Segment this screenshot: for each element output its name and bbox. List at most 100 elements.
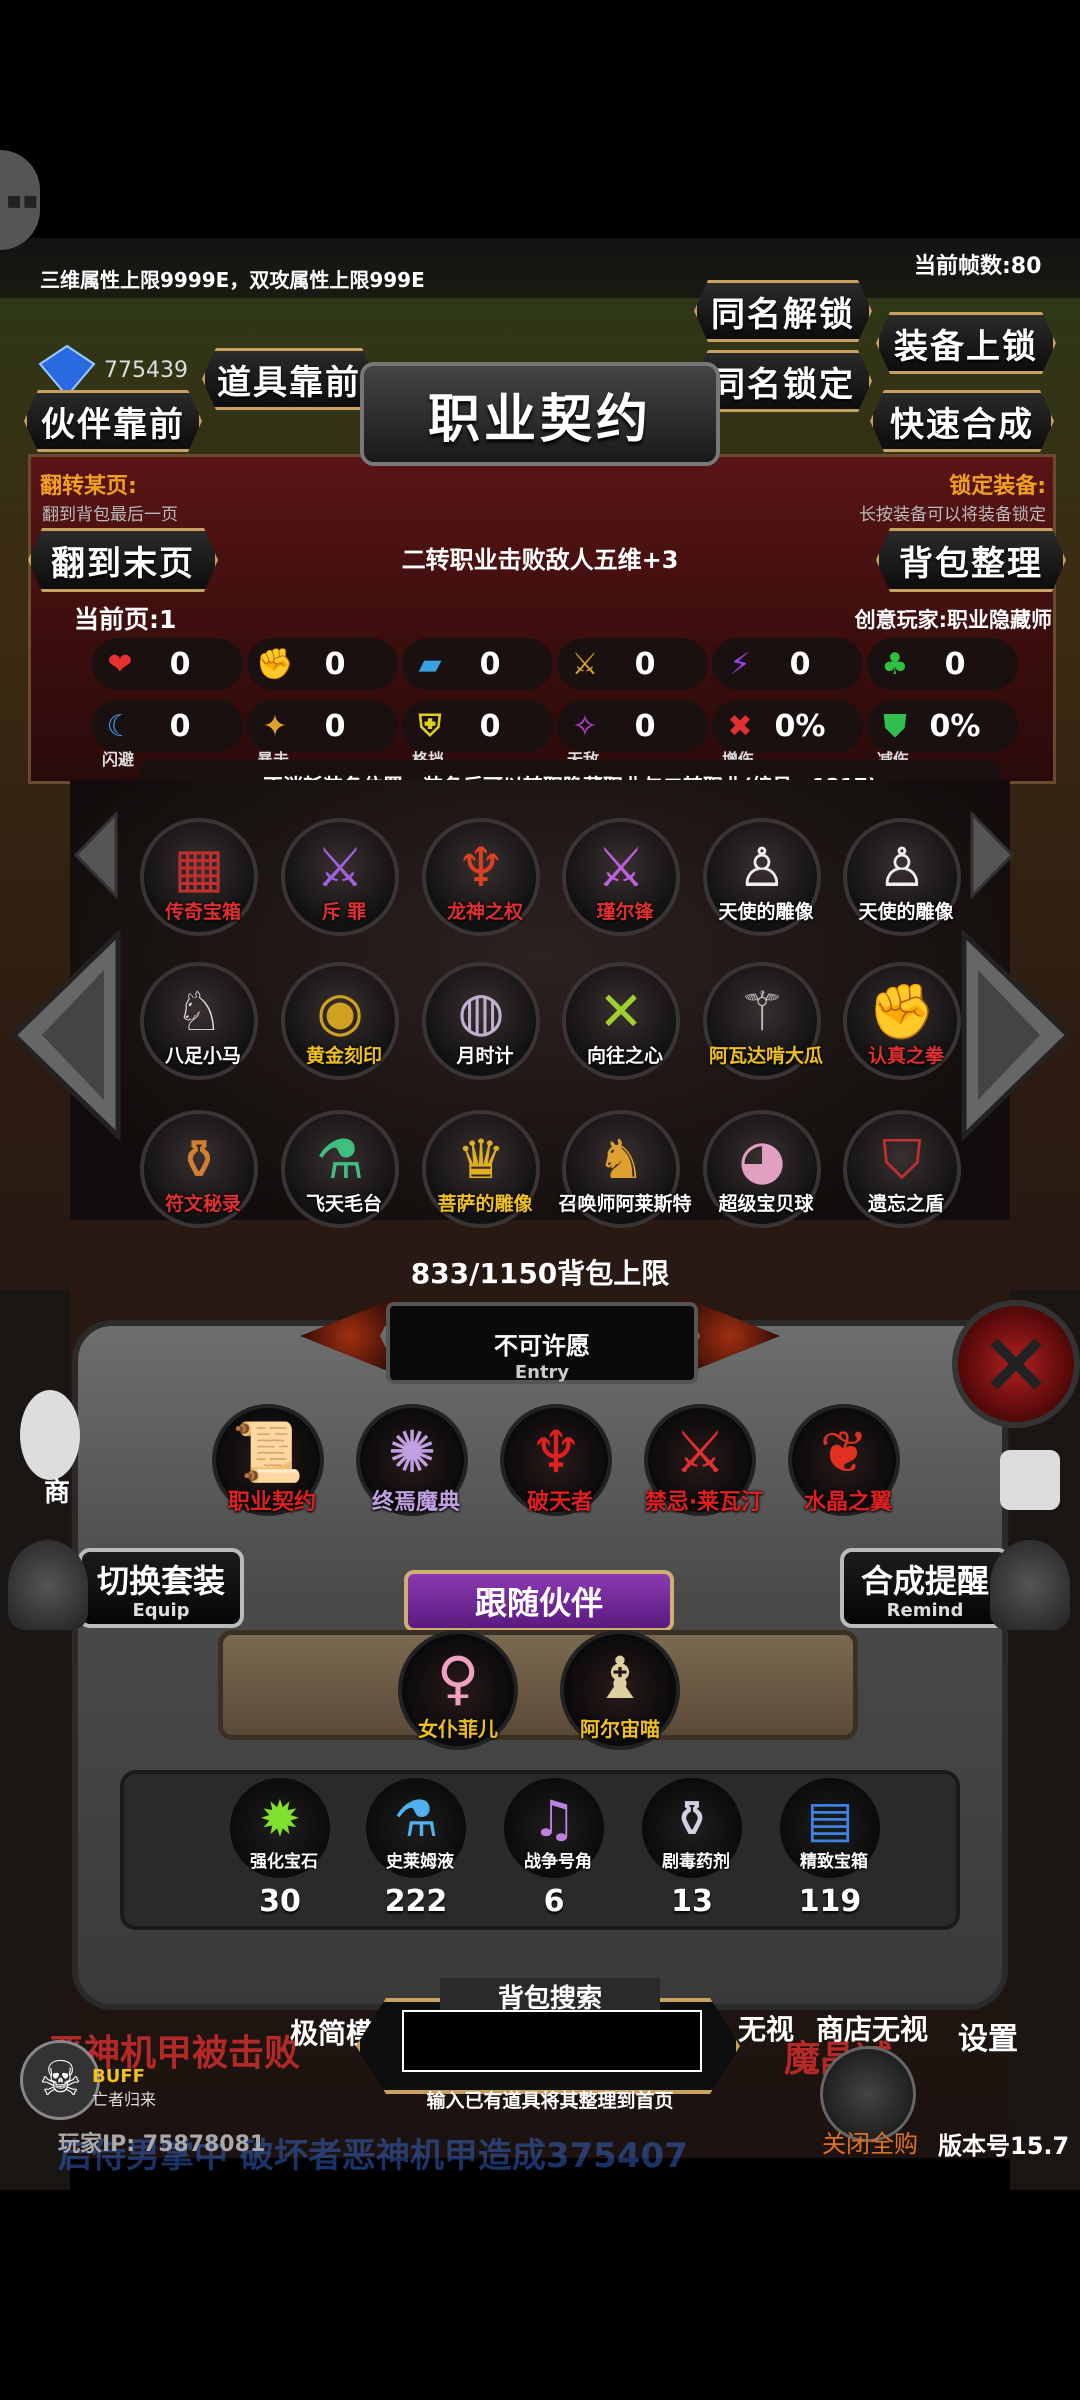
ignore-label[interactable]: 无视 bbox=[738, 2008, 794, 2048]
damage-reduce-icon: ⛊ bbox=[883, 708, 907, 744]
inventory-item[interactable]: ⚚ 阿瓦达啃大瓜 bbox=[703, 962, 823, 1080]
page-title: 职业契约 bbox=[360, 362, 720, 466]
close-button[interactable] bbox=[952, 1300, 1080, 1428]
item-icon: ◕ bbox=[738, 1128, 786, 1191]
inventory-item[interactable]: ✊ 认真之拳 bbox=[843, 962, 961, 1080]
heart-icon: ❤ bbox=[107, 646, 133, 682]
skill-slot[interactable]: ⚔ 禁忌·莱瓦汀 bbox=[644, 1404, 763, 1516]
bag-sort-button[interactable]: 背包整理 bbox=[876, 528, 1066, 592]
item-icon: ✕ bbox=[598, 980, 644, 1043]
bag-item-count: 119 bbox=[798, 1884, 862, 1919]
inventory-item[interactable]: ♘ 八足小马 bbox=[140, 962, 258, 1080]
skill-label: 禁忌·莱瓦汀 bbox=[644, 1490, 764, 1515]
left-shop-icon[interactable] bbox=[20, 1390, 80, 1480]
stat-item: ♣ 0 bbox=[867, 638, 1018, 690]
strength-icon: ✊ bbox=[256, 646, 294, 682]
inventory-item[interactable]: ♙ 天使的雕像 bbox=[843, 818, 961, 936]
bag-item-slot[interactable]: ⚱ 剧毒药剂 bbox=[638, 1774, 746, 1882]
inventory-item[interactable]: ◕ 超级宝贝球 bbox=[703, 1110, 821, 1228]
equip-unlock-button[interactable]: 装备上锁 bbox=[876, 312, 1056, 374]
inventory-item[interactable]: ♛ 菩萨的雕像 bbox=[422, 1110, 540, 1228]
quick-merge-button[interactable]: 快速合成 bbox=[870, 390, 1054, 452]
merge-remind-button[interactable]: 合成提醒 Remind bbox=[840, 1548, 1010, 1628]
stat-value: 0 bbox=[479, 708, 501, 744]
skill-slot[interactable]: ❦ 水晶之翼 bbox=[788, 1404, 900, 1516]
bag-item-count: 30 bbox=[259, 1884, 301, 1919]
skill-icon: 📜 bbox=[231, 1418, 305, 1486]
skill-slot[interactable]: 📜 职业契约 bbox=[212, 1404, 324, 1516]
partner-label: 女仆菲儿 bbox=[418, 1717, 498, 1741]
next-page-arrow[interactable] bbox=[958, 928, 1074, 1144]
skill-icon: ✺ bbox=[387, 1418, 437, 1486]
item-icon: ♞ bbox=[596, 1128, 646, 1191]
bag-item-count: 222 bbox=[384, 1884, 448, 1919]
item-label: 阿瓦达啃大瓜 bbox=[708, 1045, 823, 1067]
bag-item-icon: ▤ bbox=[806, 1790, 854, 1848]
inventory-item[interactable]: ⚗ 飞天毛台 bbox=[281, 1110, 399, 1228]
switch-outfit-button[interactable]: 切换套装 Equip bbox=[78, 1548, 244, 1628]
skill-icon: ♆ bbox=[530, 1418, 582, 1486]
item-icon: ⛉ bbox=[881, 1128, 923, 1191]
stat-item: ▰ 0 bbox=[402, 638, 553, 690]
next-arrow-small[interactable] bbox=[968, 810, 1018, 904]
stat-value: 0 bbox=[324, 646, 346, 682]
floating-assist-button[interactable]: ▪▪ bbox=[0, 150, 40, 250]
bag-item-slot[interactable]: ⚗ 史莱姆液 bbox=[362, 1774, 470, 1882]
shop-ignore-label[interactable]: 商店无视 bbox=[816, 2008, 928, 2048]
creator-label: 创意玩家:职业隐藏师 bbox=[854, 608, 1052, 632]
item-icon: ⚱ bbox=[176, 1128, 222, 1191]
go-last-page-button[interactable]: 翻到末页 bbox=[28, 528, 218, 592]
close-icon bbox=[990, 1338, 1042, 1390]
inventory-item[interactable]: ♙ 天使的雕像 bbox=[703, 818, 821, 936]
search-input[interactable] bbox=[402, 2010, 702, 2072]
bag-item-count: 6 bbox=[543, 1884, 565, 1919]
item-label: 黄金刻印 bbox=[305, 1045, 382, 1067]
stat-value: 0 bbox=[324, 708, 346, 744]
inventory-item[interactable]: ◍ 月时计 bbox=[422, 962, 540, 1080]
settings-label[interactable]: 设置 bbox=[958, 2014, 1018, 2058]
partner-slot[interactable]: ♀ 女仆菲儿 bbox=[398, 1630, 518, 1750]
bag-item-label: 史莱姆液 bbox=[386, 1852, 454, 1872]
buff-skull-icon[interactable]: ☠ bbox=[20, 2040, 100, 2120]
flip-page-label: 翻转某页: bbox=[40, 474, 137, 499]
inventory-item[interactable]: ♆ 龙神之权 bbox=[422, 818, 540, 936]
same-name-lock-button[interactable]: 同名锁定 bbox=[694, 350, 872, 412]
partner-slot[interactable]: ♝ 阿尔宙喵 bbox=[560, 1630, 680, 1750]
inventory-item[interactable]: ✕ 向往之心 bbox=[562, 962, 680, 1080]
lock-equip-label: 锁定装备: bbox=[949, 474, 1046, 499]
bag-item-slot[interactable]: ✹ 强化宝石 bbox=[226, 1774, 334, 1882]
inventory-item[interactable]: ▦ 传奇宝箱 bbox=[140, 818, 258, 936]
item-label: 天使的雕像 bbox=[858, 901, 954, 923]
skill-slot[interactable]: ✺ 终焉魔典 bbox=[356, 1404, 468, 1516]
buff-label: BUFF bbox=[92, 2066, 145, 2087]
skill-slot[interactable]: ♆ 破天者 bbox=[500, 1404, 612, 1516]
inventory-item[interactable]: ♞ 召唤师阿莱斯特 bbox=[558, 1110, 692, 1228]
diamond-icon bbox=[36, 344, 98, 398]
inventory-item[interactable]: ⚔ 瑾尔锋 bbox=[562, 818, 680, 936]
item-front-button[interactable]: 道具靠前 bbox=[202, 348, 376, 410]
item-label: 遗忘之盾 bbox=[867, 1193, 944, 1215]
skill-icon: ⚔ bbox=[674, 1418, 726, 1486]
bag-item-slot[interactable]: ▤ 精致宝箱 bbox=[776, 1774, 884, 1882]
close-buy-label[interactable]: 关闭全购 bbox=[822, 2124, 918, 2159]
clover-icon: ♣ bbox=[881, 646, 909, 682]
prev-page-arrow[interactable] bbox=[8, 928, 124, 1144]
partner-frame bbox=[218, 1630, 858, 1740]
item-label: 天使的雕像 bbox=[718, 901, 814, 923]
skill-label: 终焉魔典 bbox=[371, 1490, 460, 1515]
partner-front-button[interactable]: 伙伴靠前 bbox=[24, 390, 202, 452]
item-icon: ◉ bbox=[316, 980, 364, 1043]
item-label: 符文秘录 bbox=[164, 1193, 241, 1215]
switch-outfit-sub: Equip bbox=[132, 1599, 190, 1621]
skill-label: 水晶之翼 bbox=[803, 1490, 892, 1515]
dice-icon[interactable] bbox=[1000, 1450, 1060, 1510]
bag-item-slot[interactable]: ♫ 战争号角 bbox=[500, 1774, 608, 1882]
inventory-item[interactable]: ◉ 黄金刻印 bbox=[281, 962, 399, 1080]
inventory-item[interactable]: ⚱ 符文秘录 bbox=[140, 1110, 258, 1228]
inventory-item[interactable]: ⛉ 遗忘之盾 bbox=[843, 1110, 961, 1228]
inventory-item[interactable]: ⚔ 斥 罪 bbox=[281, 818, 399, 936]
crit-icon: ✦ bbox=[262, 708, 288, 744]
partner-label: 阿尔宙喵 bbox=[580, 1717, 660, 1741]
prev-arrow-small[interactable] bbox=[70, 810, 120, 904]
same-name-unlock-button[interactable]: 同名解锁 bbox=[694, 280, 872, 342]
